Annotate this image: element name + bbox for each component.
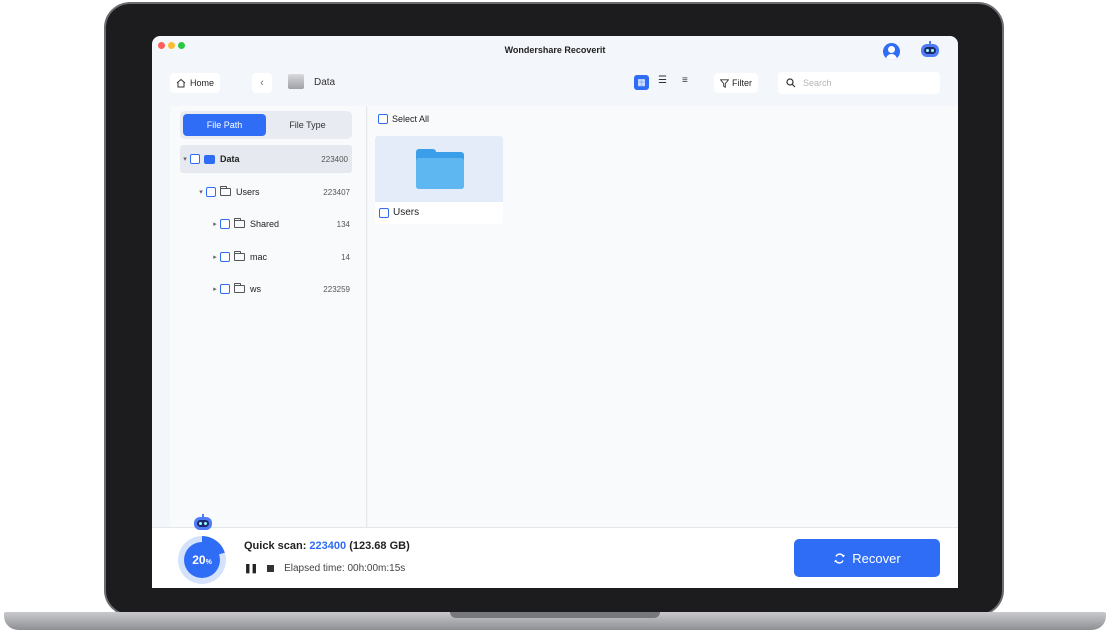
tree-checkbox[interactable] (206, 187, 216, 197)
tab-file-type[interactable]: File Type (266, 114, 349, 136)
tree-item-label: ws (250, 284, 261, 294)
card-label-row: Users (379, 207, 419, 218)
folder-icon (416, 149, 464, 189)
tree-checkbox[interactable] (220, 252, 230, 262)
tree-checkbox[interactable] (220, 219, 230, 229)
tree-item-count: 223259 (323, 284, 350, 294)
filter-button-label: Filter (732, 78, 752, 88)
expand-arrow-icon[interactable]: ▸ (210, 253, 220, 261)
tree-checkbox[interactable] (190, 154, 200, 164)
scan-label: Quick scan: (244, 540, 307, 552)
folder-icon (220, 186, 231, 196)
card-thumbnail (375, 136, 503, 202)
tree-item-label: Data (220, 154, 240, 164)
assistant-robot-icon[interactable] (919, 41, 941, 59)
select-all[interactable]: Select All (378, 114, 429, 124)
tree-item-count: 223407 (323, 187, 350, 197)
file-name: Users (393, 207, 420, 218)
search-icon (786, 78, 796, 88)
tree-item-label: mac (250, 252, 268, 262)
scan-summary: Quick scan: 223400 (123.68 GB) (244, 540, 410, 552)
split-view-icon[interactable]: ☰ (658, 75, 667, 86)
folder-icon (234, 283, 245, 293)
home-button-label: Home (190, 78, 215, 88)
status-bar: 20% Quick scan: 223400 (123.68 GB) ❚❚ El… (152, 514, 958, 588)
tree-item-count: 223400 (321, 154, 348, 164)
pause-icon[interactable]: ❚❚ (244, 563, 258, 574)
tree-item-label: Users (236, 187, 260, 197)
app-title: Wondershare Recoverit (504, 45, 606, 55)
app-window: Wondershare Recoverit Home ‹ Data ▦ ☰ ≡ … (152, 36, 958, 588)
file-card[interactable]: Users (375, 136, 503, 224)
laptop-notch (450, 612, 660, 618)
filter-button[interactable]: Filter (714, 73, 758, 93)
expand-arrow-icon[interactable]: ▸ (210, 220, 220, 228)
title-bar: Wondershare Recoverit (152, 36, 958, 66)
tree-item-count: 14 (341, 252, 350, 262)
scan-count: 223400 (309, 540, 347, 552)
recover-icon (834, 552, 846, 564)
tree-item-data[interactable]: ▾ Data 223400 (180, 145, 352, 173)
progress-value: 20% (184, 542, 220, 578)
folder-icon (234, 251, 245, 261)
elapsed-time: Elapsed time: 00h:00m:15s (284, 563, 406, 574)
tree-item-label: Shared (250, 219, 280, 229)
grid-view-icon[interactable]: ▦ (634, 75, 649, 90)
breadcrumb[interactable]: Data (314, 77, 335, 88)
search-box[interactable] (778, 72, 940, 94)
folder-icon (234, 218, 245, 228)
select-all-checkbox[interactable] (378, 114, 388, 124)
user-account-icon[interactable] (883, 43, 900, 60)
home-icon (176, 78, 186, 88)
drive-icon (288, 74, 304, 89)
expand-arrow-icon[interactable]: ▸ (210, 285, 220, 293)
scan-size: (123.68 GB) (349, 540, 410, 552)
list-view-icon[interactable]: ≡ (682, 75, 688, 86)
sidebar-tabs: File Path File Type (180, 111, 352, 139)
recover-button[interactable]: Recover (794, 539, 940, 577)
file-checkbox[interactable] (379, 207, 389, 218)
sidebar: File Path File Type ▾ Data 223400 ▾ User… (170, 106, 367, 527)
tree-item-mac[interactable]: ▸ mac 14 (210, 243, 350, 271)
recover-button-label: Recover (852, 550, 901, 566)
tab-file-path[interactable]: File Path (183, 114, 266, 136)
tree-item-count: 134 (336, 219, 350, 229)
back-button[interactable]: ‹ (252, 73, 272, 93)
home-button[interactable]: Home (170, 73, 221, 93)
scan-progress-ring: 20% (178, 536, 226, 584)
tree-item-shared[interactable]: ▸ Shared 134 (210, 210, 350, 238)
select-all-label: Select All (392, 114, 430, 124)
toolbar: Home ‹ Data ▦ ☰ ≡ Filter (152, 72, 958, 98)
scan-robot-icon (192, 514, 214, 532)
tree-checkbox[interactable] (220, 284, 230, 294)
scan-controls: ❚❚ Elapsed time: 00h:00m:15s (244, 563, 405, 574)
collapse-arrow-icon[interactable]: ▾ (196, 188, 206, 196)
search-input[interactable] (803, 78, 923, 88)
disk-icon (204, 154, 215, 164)
collapse-arrow-icon[interactable]: ▾ (180, 155, 190, 163)
file-browser: Select All Users (368, 106, 958, 527)
tree-item-users[interactable]: ▾ Users 223407 (196, 178, 352, 206)
filter-icon (720, 78, 729, 88)
stop-icon[interactable] (267, 565, 275, 572)
tree-item-ws[interactable]: ▸ ws 223259 (210, 275, 350, 303)
